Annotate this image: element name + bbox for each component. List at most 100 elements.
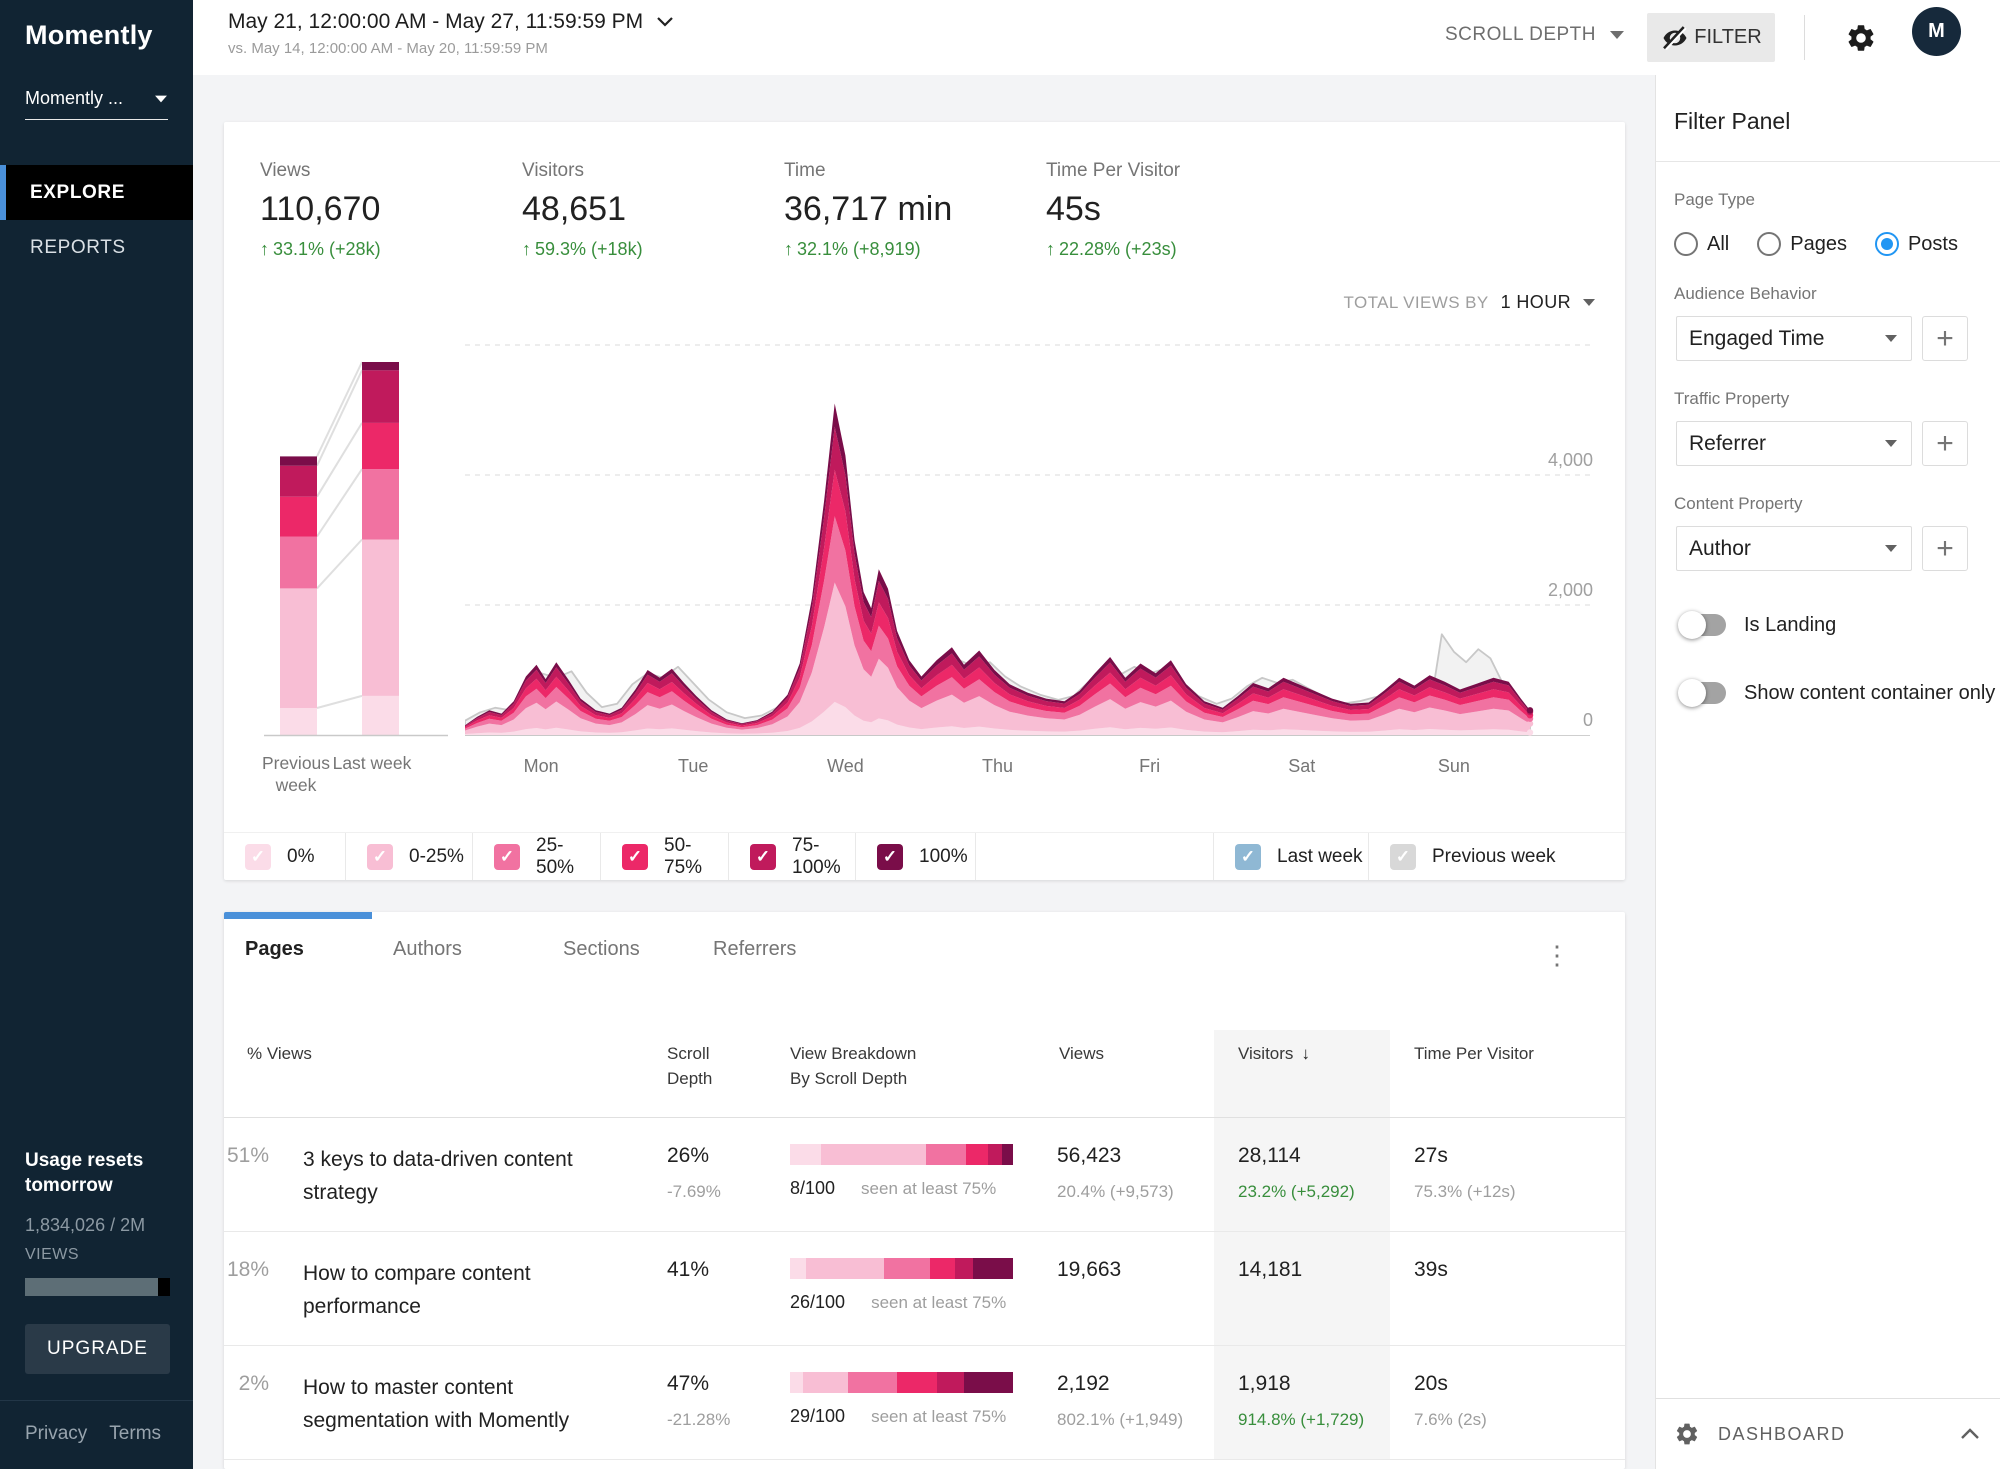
- cell-time-per-visitor-value: 20s: [1414, 1372, 1625, 1396]
- sidebar-item-explore[interactable]: EXPLORE: [0, 165, 193, 220]
- tab-referrers[interactable]: Referrers: [692, 912, 796, 982]
- settings-gear-icon[interactable]: [1845, 22, 1877, 54]
- breakdown-meta: 26/100seen at least 75%: [790, 1292, 1027, 1313]
- cell-view-breakdown: 29/100seen at least 75%: [790, 1346, 1057, 1459]
- terms-link[interactable]: Terms: [109, 1423, 161, 1444]
- table-row[interactable]: 18%How to compare content performance41%…: [224, 1232, 1625, 1346]
- filter-button[interactable]: FILTER: [1647, 13, 1775, 62]
- metrics-row: Views110,670↑33.1% (+28k)Visitors48,651↑…: [224, 122, 1625, 260]
- legend-checkbox-0[interactable]: ✓: [245, 844, 271, 870]
- metric-selector[interactable]: SCROLL DEPTH: [1445, 24, 1624, 46]
- column-header-visitors[interactable]: Visitors↓: [1214, 1030, 1390, 1117]
- column-header-line: View Breakdown: [790, 1042, 1057, 1067]
- avatar[interactable]: M: [1912, 7, 1961, 56]
- svg-text:Mon: Mon: [524, 756, 559, 776]
- breakdown-segment: [937, 1372, 964, 1393]
- chevron-down-icon: [657, 17, 673, 27]
- cell-time-per-visitor-delta: [1414, 1296, 1625, 1313]
- cell-time-per-visitor: 27s75.3% (+12s): [1390, 1118, 1625, 1231]
- add-filter-button[interactable]: +: [1922, 421, 1968, 466]
- select-value: Engaged Time: [1689, 327, 1824, 351]
- radio-all[interactable]: All: [1674, 232, 1729, 256]
- legend-cell-0-25: ✓0-25%: [345, 833, 472, 880]
- tab-sections[interactable]: Sections: [542, 912, 692, 982]
- breakdown-segment: [884, 1258, 931, 1279]
- legend-checkbox-100[interactable]: ✓: [877, 844, 903, 870]
- metric-time-per-visitor: Time Per Visitor45s↑22.28% (+23s): [1046, 160, 1308, 260]
- breakdown-segment: [790, 1258, 806, 1279]
- legend-checkbox-75-100[interactable]: ✓: [750, 844, 776, 870]
- metric-selector-label: SCROLL DEPTH: [1445, 24, 1596, 46]
- legend-checkbox-50-75[interactable]: ✓: [622, 844, 648, 870]
- scroll-depth-value: 26%: [667, 1144, 790, 1168]
- cell-page-title[interactable]: How to compare content performance: [269, 1232, 667, 1345]
- kebab-menu-icon[interactable]: ⋮: [1544, 942, 1570, 968]
- cell-scroll-depth: 47%-21.28%: [667, 1346, 790, 1459]
- radio-posts[interactable]: Posts: [1875, 232, 1958, 256]
- add-filter-button[interactable]: +: [1922, 316, 1968, 361]
- breakdown-meta: 8/100 seen at least 75%: [790, 1178, 1027, 1199]
- up-arrow-icon: ↑: [784, 239, 793, 260]
- legend-checkbox-last-week[interactable]: ✓: [1235, 844, 1261, 870]
- breakdown-score: 8/100: [790, 1178, 835, 1199]
- chevron-down-icon: [155, 95, 167, 102]
- page-type-options: All Pages Posts: [1674, 232, 2000, 256]
- filter-group-audience-behavior: Audience Behavior Engaged Time +: [1656, 284, 2000, 361]
- toggle-show-content-container-only[interactable]: [1678, 679, 1728, 707]
- table-row[interactable]: 51%3 keys to data-driven content strateg…: [224, 1118, 1625, 1232]
- add-filter-button[interactable]: +: [1922, 526, 1968, 571]
- cell-page-title[interactable]: 3 keys to data-driven content strategy: [269, 1118, 667, 1231]
- select-content-property[interactable]: Author: [1676, 526, 1912, 571]
- legend-checkbox-25-50[interactable]: ✓: [494, 844, 520, 870]
- tab-pages[interactable]: Pages: [224, 912, 372, 982]
- table-row[interactable]: 2%How to master content segmentation wit…: [224, 1346, 1625, 1460]
- privacy-link[interactable]: Privacy: [25, 1423, 87, 1444]
- breakdown-segment: [964, 1372, 1013, 1393]
- charts-row: PreviousweekLast week MonTueWedThuFriSat…: [250, 280, 1625, 800]
- sidebar-item-reports[interactable]: REPORTS: [0, 220, 193, 275]
- sort-desc-icon: ↓: [1301, 1044, 1310, 1063]
- cell-visitors-delta: 914.8% (+1,729): [1238, 1410, 1390, 1430]
- usage-block: Usage resets tomorrow 1,834,026 / 2M VIE…: [0, 1148, 193, 1374]
- metric-delta-text: 22.28% (+23s): [1059, 239, 1177, 260]
- select-value: Author: [1689, 537, 1751, 561]
- interval-selector[interactable]: TOTAL VIEWS BY 1 HOUR: [1343, 292, 1595, 313]
- cell-pct-views: 18%: [224, 1232, 269, 1345]
- gear-icon: [1674, 1421, 1700, 1447]
- cell-views-delta: 20.4% (+9,573): [1057, 1182, 1214, 1202]
- account-selector[interactable]: Momently ...: [25, 88, 168, 120]
- breakdown-note: seen at least 75%: [861, 1179, 996, 1199]
- toggle-is-landing[interactable]: [1678, 611, 1728, 639]
- cell-visitors: 14,181: [1214, 1232, 1390, 1345]
- legend-checkbox-0-25[interactable]: ✓: [367, 844, 393, 870]
- cell-time-per-visitor: 39s: [1390, 1232, 1625, 1345]
- usage-count: 1,834,026 / 2M: [25, 1215, 168, 1236]
- legend-checkbox-previous-week[interactable]: ✓: [1390, 844, 1416, 870]
- scroll-depth-value: 47%: [667, 1372, 790, 1396]
- radio-pages[interactable]: Pages: [1757, 232, 1847, 256]
- date-range-selector[interactable]: May 21, 12:00:00 AM - May 27, 11:59:59 P…: [228, 10, 673, 57]
- filter-toggles: Is LandingShow content container only: [1656, 611, 2000, 707]
- metric-value: 110,670: [260, 190, 522, 229]
- main-content: Views110,670↑33.1% (+28k)Visitors48,651↑…: [193, 75, 1655, 1469]
- column-header-line: Views: [1059, 1042, 1214, 1067]
- dashboard-bar[interactable]: DASHBOARD: [1656, 1398, 2000, 1469]
- upgrade-button[interactable]: UPGRADE: [25, 1324, 170, 1374]
- avatar-initial: M: [1928, 20, 1945, 43]
- tab-authors[interactable]: Authors: [372, 912, 542, 982]
- metric-value: 45s: [1046, 190, 1308, 229]
- toggle-knob: [1678, 679, 1706, 707]
- cell-page-title[interactable]: How to master content segmentation with …: [269, 1346, 667, 1459]
- cell-views-value: 19,663: [1057, 1258, 1214, 1282]
- select-traffic-property[interactable]: Referrer: [1676, 421, 1912, 466]
- chevron-up-icon[interactable]: [1960, 1428, 1980, 1440]
- svg-text:Last week: Last week: [333, 753, 412, 773]
- filter-group-label: Audience Behavior: [1674, 284, 2000, 304]
- sidebar-nav: EXPLOREREPORTS: [0, 165, 193, 275]
- caret-down-icon: [1885, 335, 1897, 342]
- filter-panel: Filter Panel Page Type AllPagesPosts Aud…: [1655, 75, 2000, 1469]
- cell-view-breakdown: 26/100seen at least 75%: [790, 1232, 1057, 1345]
- select-audience-behavior[interactable]: Engaged Time: [1676, 316, 1912, 361]
- filter-select-row: Author +: [1676, 526, 2000, 571]
- metric-label: Visitors: [522, 160, 784, 182]
